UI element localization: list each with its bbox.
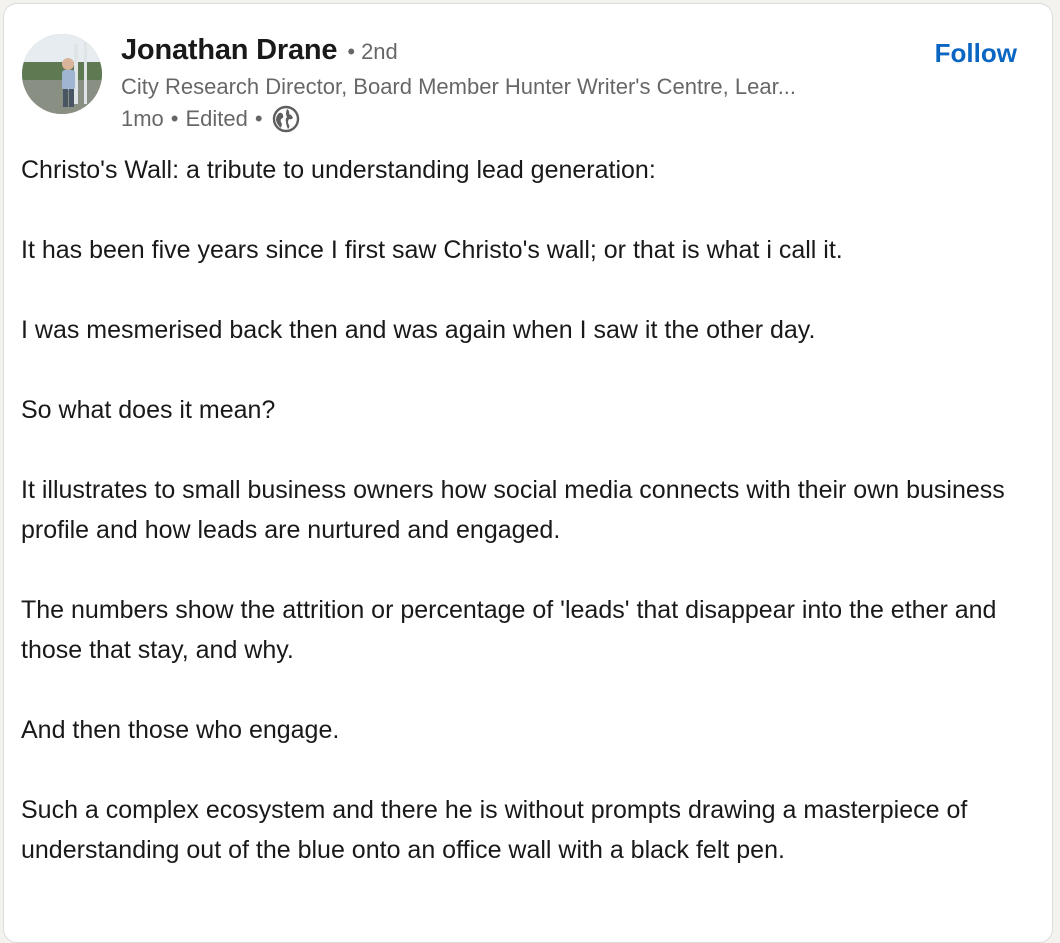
post-meta: 1mo • Edited •: [121, 105, 300, 133]
connection-degree: 2nd: [361, 39, 398, 64]
globe-icon: [272, 105, 300, 133]
post-age: 1mo: [121, 106, 164, 131]
separator-dot: •: [347, 39, 356, 64]
post-body: Christo's Wall: a tribute to understandi…: [21, 150, 1021, 910]
author-name[interactable]: Jonathan Drane: [121, 34, 338, 67]
author-line: Jonathan Drane • 2nd: [121, 34, 398, 67]
post-paragraph: So what does it mean?: [21, 396, 276, 424]
avatar[interactable]: [22, 34, 102, 114]
post-card: Jonathan Drane • 2nd City Research Direc…: [3, 3, 1053, 943]
post-paragraph: Such a complex ecosystem and there he is…: [21, 796, 968, 864]
post-paragraph: And then those who engage.: [21, 716, 340, 744]
separator-dot: •: [254, 106, 263, 131]
post-paragraph: It has been five years since I first saw…: [21, 236, 843, 264]
post-paragraph: It illustrates to small business owners …: [21, 476, 1005, 544]
author-headline: City Research Director, Board Member Hun…: [121, 74, 797, 99]
post-paragraph: Christo's Wall: a tribute to understandi…: [21, 156, 656, 184]
avatar-photo: [22, 34, 102, 114]
separator-dot: •: [170, 106, 179, 131]
follow-button[interactable]: Follow: [935, 38, 1017, 69]
edited-label: Edited: [185, 106, 248, 131]
post-paragraph: I was mesmerised back then and was again…: [21, 316, 816, 344]
post-paragraph: The numbers show the attrition or percen…: [21, 596, 997, 664]
post-header: Jonathan Drane • 2nd City Research Direc…: [4, 4, 1052, 134]
